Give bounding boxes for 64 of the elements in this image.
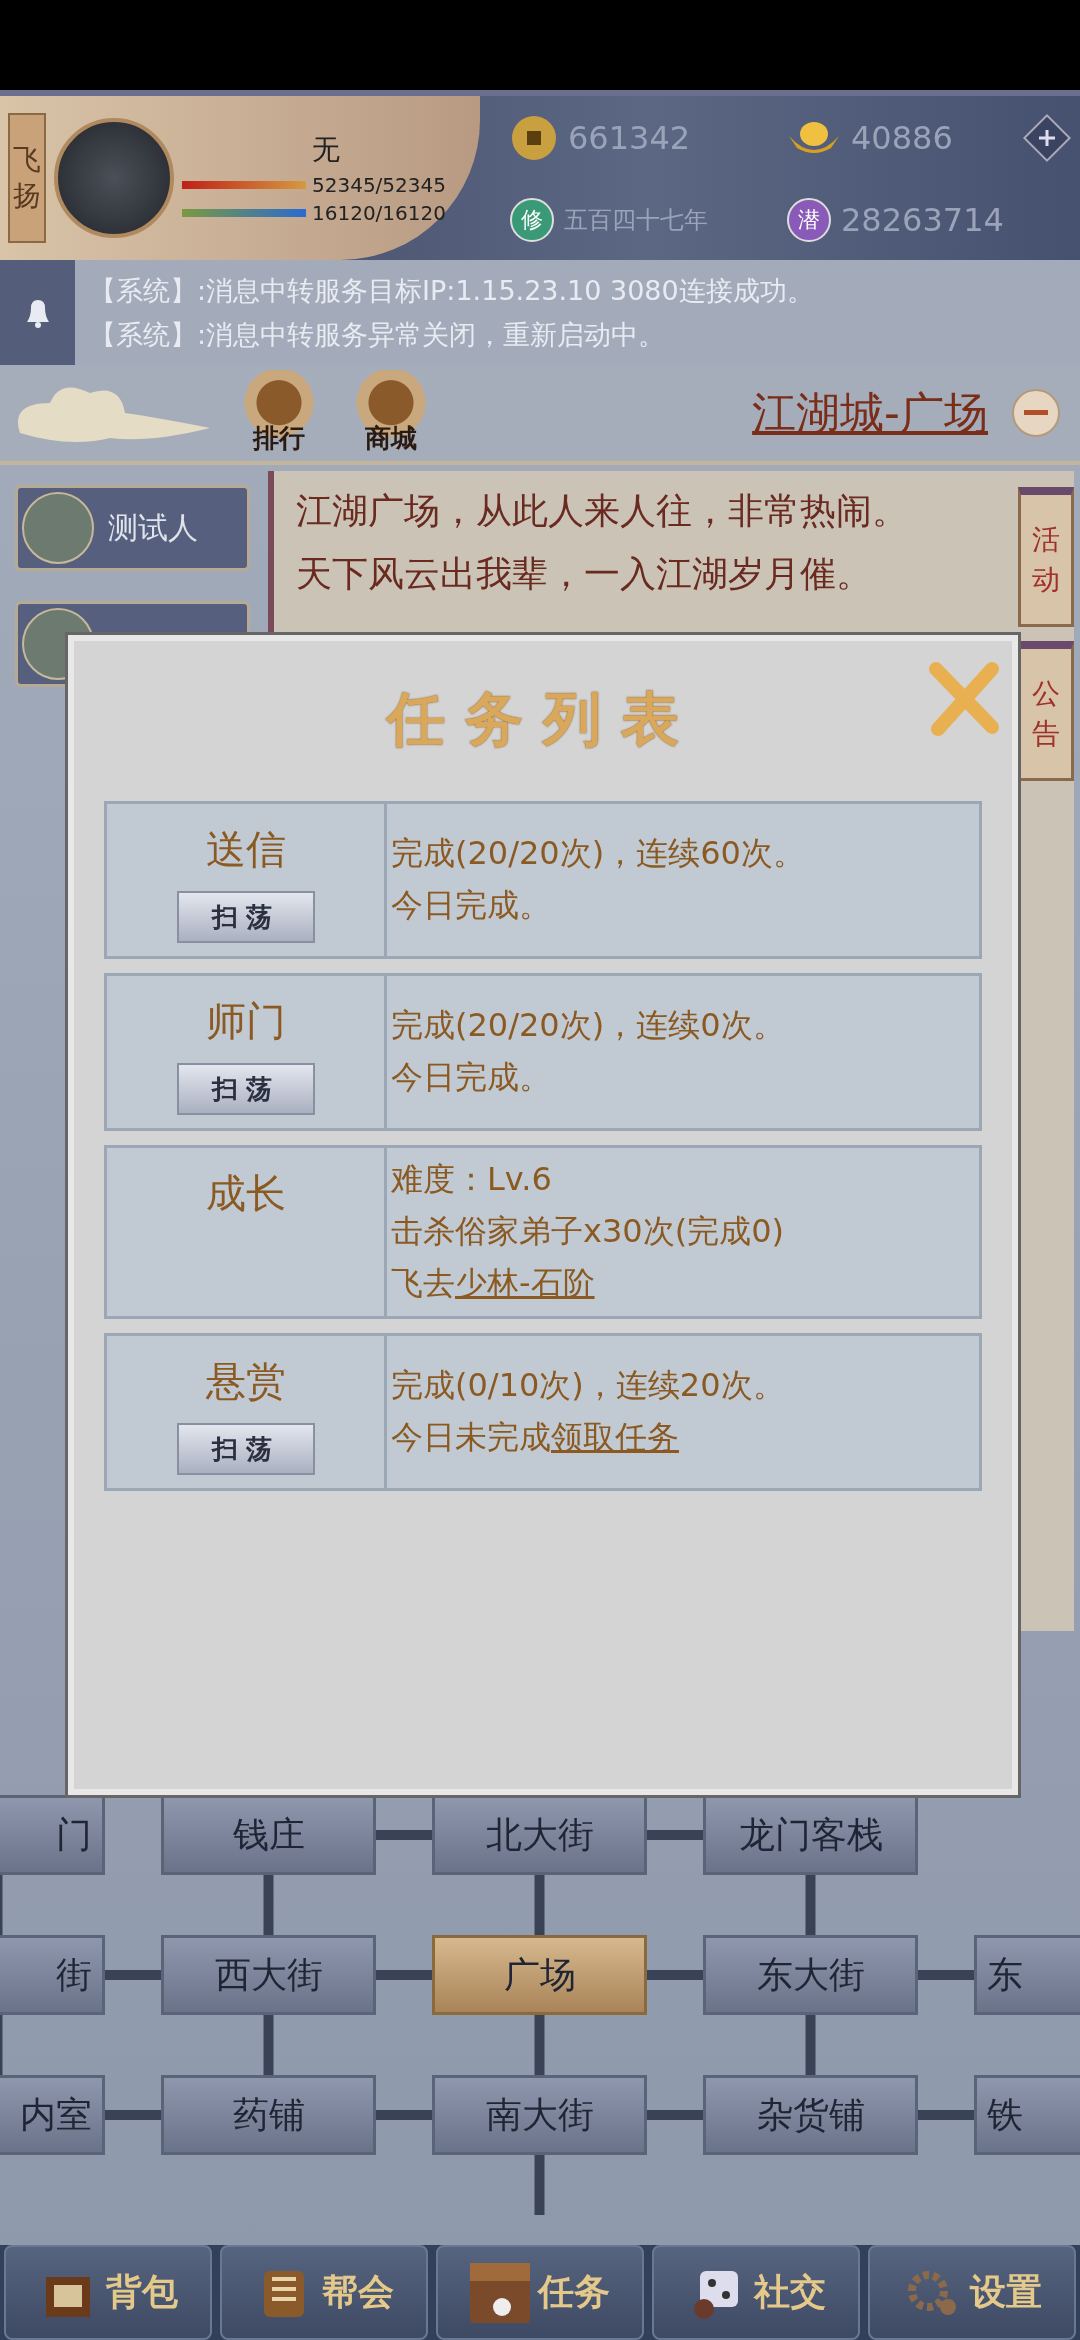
player-chip[interactable]: 测试人	[15, 485, 250, 571]
map-location[interactable]: 门	[0, 1795, 105, 1875]
map-location[interactable]: 龙门客栈	[703, 1795, 918, 1875]
cultivation-years: 五百四十七年	[564, 205, 708, 236]
task-name: 悬赏	[205, 1357, 286, 1406]
map-location[interactable]: 东大街	[703, 1935, 918, 2015]
map-location[interactable]: 东	[974, 1935, 1080, 2015]
scroll-button[interactable]: 活动	[1018, 487, 1074, 627]
nav-button[interactable]: 任务	[436, 2245, 644, 2340]
sweep-button[interactable]: 扫荡	[176, 891, 315, 943]
task-detail: 今日未完成	[391, 1417, 551, 1458]
task-detail: 今日完成。	[391, 1057, 552, 1098]
close-icon	[926, 661, 1002, 737]
map-location[interactable]: 内室	[0, 2075, 105, 2155]
plus-icon	[1038, 129, 1056, 147]
player-name: 无	[311, 132, 341, 168]
map-location[interactable]: 北大街	[432, 1795, 647, 1875]
map-location[interactable]: 药铺	[161, 2075, 376, 2155]
task-name: 成长	[205, 1169, 286, 1218]
map-location[interactable]: 西大街	[161, 1935, 376, 2015]
task-detail: 完成(0/10次)，连续20次。	[391, 1365, 786, 1406]
collapse-button[interactable]	[1012, 389, 1060, 437]
task-detail: 今日完成。	[391, 885, 552, 926]
scroll-button[interactable]: 公告	[1018, 641, 1074, 781]
task-detail: 击杀俗家弟子x30次(完成0)	[391, 1211, 785, 1252]
system-message: 【系统】:消息中转服务目标IP:1.15.23.10 3080连接成功。	[89, 273, 814, 308]
task-name: 师门	[205, 997, 286, 1046]
nav-button[interactable]: 背包	[4, 2245, 212, 2340]
nav-button[interactable]: 设置	[868, 2245, 1076, 2340]
map-location[interactable]: 钱庄	[161, 1795, 376, 1875]
nav-button[interactable]: 帮会	[220, 2245, 428, 2340]
description-line: 天下风云出我辈，一入江湖岁月催。	[296, 552, 873, 596]
sweep-button[interactable]: 扫荡	[176, 1423, 315, 1475]
coin-icon	[510, 114, 558, 162]
coin-amount: 661342	[568, 119, 691, 157]
health-reading: 52345/52345	[312, 173, 446, 197]
map-location[interactable]: 铁	[974, 2075, 1080, 2155]
system-message: 【系统】:消息中转服务异常关闭，重新启动中。	[89, 317, 667, 352]
task-detail: 完成(20/20次)，连续0次。	[391, 1005, 786, 1046]
task-detail: 飞去	[391, 1263, 455, 1304]
box-icon	[470, 2262, 530, 2323]
task-link[interactable]: 领取任务	[551, 1416, 679, 1460]
potential-amount: 28263714	[841, 201, 1004, 239]
dialog-title: 任务列表	[387, 684, 699, 755]
player-title: 飞扬	[8, 113, 46, 243]
potential-badge: 潜	[787, 198, 831, 242]
location-link[interactable]: 江湖城-广场	[752, 383, 988, 443]
map-location[interactable]: 杂货铺	[703, 2075, 918, 2155]
sweep-button[interactable]: 扫荡	[176, 1063, 315, 1115]
bell-tab[interactable]	[0, 260, 75, 365]
task-detail: 难度：Lv.6	[391, 1159, 553, 1200]
map-location[interactable]: 街	[0, 1935, 105, 2015]
player-name: 测试人	[108, 508, 198, 547]
task-name: 送信	[205, 825, 286, 874]
ingot-amount: 40886	[851, 119, 953, 157]
map-location[interactable]: 广场	[432, 1935, 647, 2015]
description-line: 江湖广场，从此人来人往，非常热闹。	[296, 489, 909, 533]
cultivation-badge: 修	[510, 198, 554, 242]
minus-icon	[1024, 410, 1048, 416]
nav-button[interactable]: 社交	[652, 2245, 860, 2340]
mana-reading: 16120/16120	[312, 201, 446, 225]
task-detail: 完成(20/20次)，连续60次。	[391, 833, 806, 874]
map-location[interactable]: 南大街	[432, 2075, 647, 2155]
task-link[interactable]: 少林-石阶	[455, 1262, 595, 1306]
